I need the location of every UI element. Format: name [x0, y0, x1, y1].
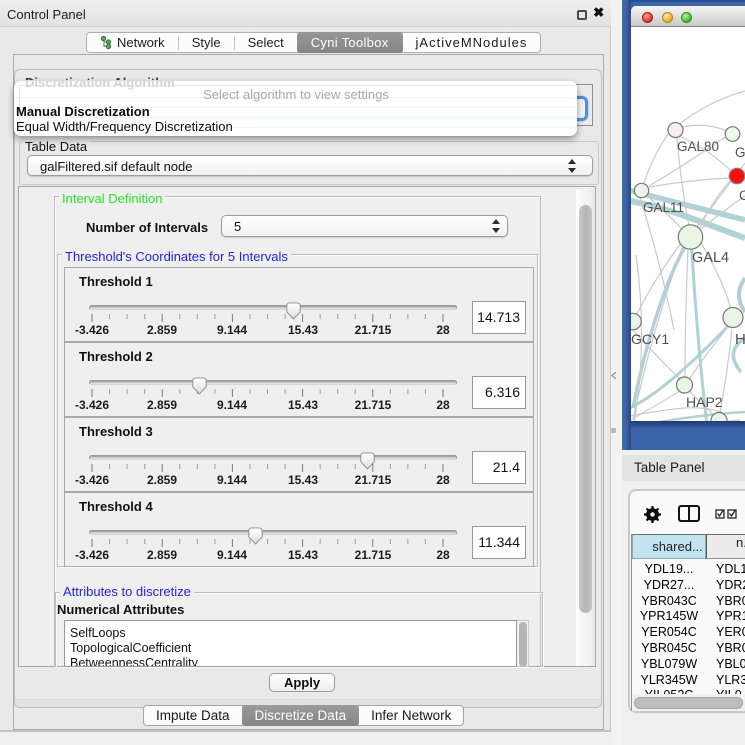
svg-text:CY: CY	[739, 188, 745, 203]
svg-text:GAL80: GAL80	[677, 139, 719, 154]
svg-text:GAL4: GAL4	[692, 250, 729, 266]
svg-text:GAL11: GAL11	[643, 200, 684, 215]
svg-text:HA: HA	[735, 331, 745, 348]
svg-text:HAP2: HAP2	[686, 394, 723, 410]
svg-text:GA: GA	[735, 145, 745, 160]
svg-text:GCY1: GCY1	[631, 331, 669, 347]
